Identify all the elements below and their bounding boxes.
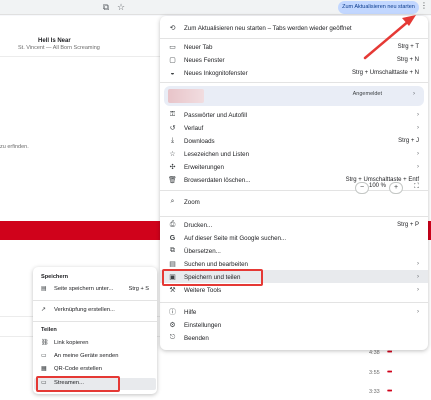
document-search-icon: ▤ [169, 261, 176, 268]
track-time: 3:55 [369, 370, 380, 376]
more-dots-icon[interactable]: ••• [387, 369, 392, 376]
profile-row[interactable]: Angemeldet › [164, 86, 424, 106]
key-icon: ⚿ [169, 111, 176, 118]
google-search-item[interactable]: G Auf dieser Seite mit Google suchen... [160, 232, 428, 244]
translate-item[interactable]: ⧉ Übersetzen... [160, 245, 428, 257]
print-item[interactable]: ⎙ Drucken... Strg + P [160, 219, 428, 231]
star-icon[interactable]: ☆ [115, 1, 127, 13]
chevron-right-icon: › [417, 309, 419, 315]
send-to-devices-item[interactable]: ▭ An meine Geräte senden [33, 351, 157, 362]
exit-item[interactable]: ⎋ Beenden [160, 332, 428, 344]
chevron-right-icon: › [413, 91, 415, 97]
chevron-right-icon: › [417, 261, 419, 267]
translate-icon[interactable]: ⧉ [100, 1, 112, 13]
exit-icon: ⎋ [169, 334, 176, 341]
google-icon: G [169, 234, 176, 242]
help-item[interactable]: ⓘ Hilfe › [160, 306, 428, 318]
incognito-item[interactable]: ◒ Neues Inkognitofenster Strg + Umschalt… [160, 67, 428, 79]
divider [160, 302, 428, 303]
incognito-icon: ◒ [170, 69, 175, 77]
save-section-header: Speichern [41, 274, 69, 280]
extensions-item[interactable]: ✣ Erweiterungen › [160, 161, 428, 173]
download-icon: ⤓ [170, 137, 175, 144]
divider [160, 216, 428, 217]
translate-icon: ⧉ [170, 247, 175, 254]
divider [160, 38, 428, 39]
song-subtitle: St. Vincent — All Born Screaming [18, 45, 100, 51]
save-page-icon: ▤ [41, 286, 47, 292]
track-time: 4:38 [369, 350, 380, 356]
zoom-in-button[interactable]: + [389, 182, 403, 194]
zoom-item: ⌕ Zoom [160, 196, 428, 208]
downloads-item[interactable]: ⤓ Downloads Strg + J [160, 135, 428, 147]
zoom-level: 100 % [369, 183, 387, 189]
new-tab-icon: ▭ [169, 44, 176, 51]
track-time: 3:33 [369, 389, 380, 395]
new-window-item[interactable]: ▢ Neues Fenster Strg + N [160, 54, 428, 66]
divider [33, 300, 157, 301]
puzzle-icon: ✣ [169, 164, 176, 171]
gear-icon: ⚙ [169, 322, 176, 329]
divider [160, 190, 428, 191]
page-text-fragment: zu erfinden. [0, 144, 29, 150]
annotation-highlight-box [36, 376, 120, 392]
chevron-right-icon: › [417, 112, 419, 118]
chevron-right-icon: › [417, 274, 419, 280]
fullscreen-icon[interactable]: ⛶ [414, 183, 419, 191]
save-page-item[interactable]: ▤ Seite speichern unter... Strg + S [33, 284, 157, 295]
divider [0, 56, 160, 57]
shortcut-icon: ↗ [41, 307, 47, 313]
annotation-highlight-box [162, 269, 263, 286]
star-icon: ☆ [169, 151, 176, 158]
zoom-out-button[interactable]: − [355, 182, 369, 194]
link-icon: ⛓ [41, 340, 49, 346]
chevron-right-icon: › [417, 151, 419, 157]
song-title: Hell Is Near [38, 38, 71, 44]
update-icon: ⟲ [169, 25, 176, 32]
trash-icon: 🗑 [168, 177, 177, 184]
signed-in-label: Angemeldet [352, 91, 382, 97]
new-tab-item[interactable]: ▭ Neuer Tab Strg + T [160, 41, 428, 53]
bookmarks-item[interactable]: ☆ Lesezeichen und Listen › [160, 148, 428, 160]
more-dots-icon[interactable]: ••• [387, 349, 392, 356]
relaunch-update-button[interactable]: Zum Aktualisieren neu starten [338, 1, 419, 14]
chevron-right-icon: › [417, 125, 419, 131]
copy-link-item[interactable]: ⛓ Link kopieren [33, 338, 157, 349]
chevron-right-icon: › [417, 287, 419, 293]
avatar [168, 89, 204, 103]
share-section-header: Teilen [41, 327, 57, 333]
zoom-icon: ⌕ [170, 198, 175, 205]
devices-icon: ▭ [41, 353, 47, 359]
printer-icon: ⎙ [169, 221, 176, 228]
create-shortcut-item[interactable]: ↗ Verknüpfung erstellen... [33, 305, 157, 316]
kebab-menu-icon[interactable]: ⋮ [420, 1, 428, 10]
divider [33, 321, 157, 322]
divider [160, 82, 428, 83]
clear-data-item[interactable]: 🗑 Browserdaten löschen... Strg + Umschal… [160, 174, 428, 186]
more-dots-icon[interactable]: ••• [387, 388, 392, 395]
toolbox-icon: ⚒ [169, 287, 176, 294]
history-icon: ↺ [169, 125, 176, 132]
settings-item[interactable]: ⚙ Einstellungen [160, 319, 428, 331]
passwords-item[interactable]: ⚿ Passwörter und Autofill › [160, 109, 428, 121]
new-window-icon: ▢ [169, 57, 176, 64]
qr-code-item[interactable]: ▦ QR-Code erstellen [33, 364, 157, 375]
chevron-right-icon: › [417, 164, 419, 170]
qr-code-icon: ▦ [41, 366, 47, 372]
chrome-main-menu: ⟲ Zum Aktualisieren neu starten – Tabs w… [160, 16, 428, 350]
help-icon: ⓘ [169, 309, 176, 316]
save-share-submenu: Speichern ▤ Seite speichern unter... Str… [33, 267, 157, 394]
history-item[interactable]: ↺ Verlauf › [160, 122, 428, 134]
relaunch-item[interactable]: ⟲ Zum Aktualisieren neu starten – Tabs w… [160, 22, 428, 34]
